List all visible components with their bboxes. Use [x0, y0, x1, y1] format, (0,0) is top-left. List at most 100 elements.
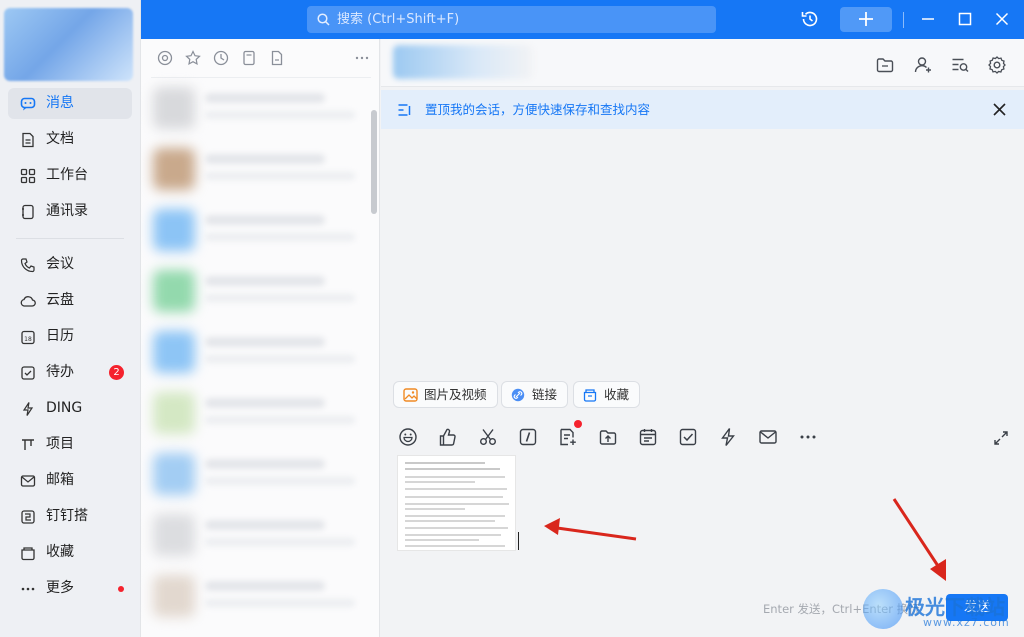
close-window-icon[interactable] — [992, 9, 1012, 29]
file-icon[interactable] — [269, 50, 285, 66]
quick-favorite-button[interactable]: 收藏 — [573, 381, 641, 408]
pasted-document-image[interactable] — [397, 455, 516, 551]
svg-text:18: 18 — [24, 336, 32, 343]
nav-label: 消息 — [46, 95, 74, 111]
left-nav: 消息 文档 工作台 通讯录 会议 云盘 18 日历 待办 2 DING 项目 邮… — [0, 0, 141, 637]
message-icon — [20, 97, 36, 111]
new-doc-icon[interactable] — [558, 427, 578, 447]
list-item[interactable] — [151, 323, 371, 379]
nav-label: 云盘 — [46, 292, 74, 308]
minimize-icon[interactable] — [918, 9, 938, 29]
avatar — [153, 87, 195, 129]
todo-icon — [21, 366, 35, 380]
nav-item-docs[interactable]: 文档 — [8, 124, 132, 155]
list-item[interactable] — [151, 79, 371, 135]
close-icon[interactable] — [992, 102, 1007, 117]
nav-label: 钉钉搭 — [46, 508, 88, 524]
mention-icon[interactable] — [157, 50, 173, 66]
quick-link-label: 链接 — [532, 387, 558, 402]
favorite-icon — [21, 547, 35, 561]
more-icon — [21, 587, 35, 591]
expand-icon[interactable] — [993, 430, 1009, 446]
quick-media-button[interactable]: 图片及视频 — [393, 381, 498, 408]
list-toolbar — [141, 39, 380, 77]
ding-icon[interactable] — [718, 427, 738, 447]
nav-item-meeting[interactable]: 会议 — [8, 249, 132, 280]
grid-icon — [20, 168, 36, 184]
pin-tip-text: 置顶我的会话，方便快速保存和查找内容 — [425, 102, 651, 117]
nav-label: DING — [46, 400, 83, 416]
nav-label: 项目 — [46, 436, 74, 452]
watermark: 极光下载站 www.xz7.com — [857, 585, 1024, 637]
settings-icon[interactable] — [987, 55, 1007, 75]
user-avatar[interactable] — [4, 8, 133, 81]
clock-icon[interactable] — [213, 50, 229, 66]
list-item[interactable] — [151, 506, 371, 562]
nav-label: 更多 — [46, 580, 74, 596]
nav-item-project[interactable]: 项目 — [8, 429, 132, 460]
thumbs-up-icon[interactable] — [438, 427, 458, 447]
nav-item-favorites[interactable]: 收藏 — [8, 537, 132, 568]
avatar — [153, 148, 195, 190]
quick-media-label: 图片及视频 — [424, 387, 487, 402]
list-item[interactable] — [151, 445, 371, 501]
document-icon — [22, 132, 34, 148]
watermark-logo — [863, 589, 903, 629]
add-member-icon[interactable] — [913, 55, 933, 75]
nav-item-more[interactable]: 更多 — [8, 573, 132, 604]
nav-label: 邮箱 — [46, 472, 74, 488]
schedule-icon[interactable] — [638, 427, 658, 447]
italic-box-icon[interactable] — [518, 427, 538, 447]
maximize-icon[interactable] — [955, 9, 975, 29]
task-icon[interactable] — [678, 427, 698, 447]
nav-item-calendar[interactable]: 18 日历 — [8, 321, 132, 352]
search-input[interactable]: 搜索 (Ctrl+Shift+F) — [307, 6, 716, 33]
nav-label: 收藏 — [46, 544, 74, 560]
nav-item-cloud[interactable]: 云盘 — [8, 285, 132, 316]
nav-item-contacts[interactable]: 通讯录 — [8, 196, 132, 227]
nav-label: 工作台 — [46, 167, 88, 183]
conversation-list — [141, 39, 380, 637]
cloud-icon — [20, 296, 36, 307]
project-icon — [22, 439, 34, 450]
list-item[interactable] — [151, 140, 371, 196]
nav-item-messages[interactable]: 消息 — [8, 88, 132, 119]
email-icon[interactable] — [758, 427, 778, 447]
new-feature-dot — [574, 420, 582, 428]
star-icon[interactable] — [185, 50, 201, 66]
emoji-icon[interactable] — [398, 427, 418, 447]
titlebar-divider — [903, 12, 904, 28]
list-item[interactable] — [151, 567, 371, 623]
list-divider — [151, 77, 371, 78]
avatar — [153, 331, 195, 373]
phone-icon — [20, 258, 35, 273]
nav-label: 通讯录 — [46, 203, 88, 219]
avatar — [153, 209, 195, 251]
list-item[interactable] — [151, 201, 371, 257]
nav-item-todo[interactable]: 待办 2 — [8, 357, 132, 388]
list-scrollbar[interactable] — [371, 110, 377, 214]
chat-title[interactable] — [393, 45, 533, 79]
nav-item-workbench[interactable]: 工作台 — [8, 160, 132, 191]
search-history-icon[interactable] — [950, 55, 970, 75]
text-cursor — [518, 532, 519, 550]
nav-item-dingtalk-build[interactable]: 钉钉搭 — [8, 501, 132, 532]
nav-item-ding[interactable]: DING — [8, 393, 132, 424]
scissors-icon[interactable] — [478, 427, 498, 447]
create-button[interactable] — [840, 7, 892, 32]
lightning-icon — [22, 402, 34, 416]
quick-link-button[interactable]: 链接 — [501, 381, 569, 408]
pin-tip-banner: 置顶我的会话，方便快速保存和查找内容 — [381, 90, 1024, 129]
more-tools-icon[interactable] — [798, 427, 818, 447]
nav-item-mail[interactable]: 邮箱 — [8, 465, 132, 496]
avatar — [153, 514, 195, 556]
plus-icon — [859, 12, 873, 26]
more-options-icon[interactable] — [354, 50, 370, 66]
list-item[interactable] — [151, 262, 371, 318]
todo-count-badge: 2 — [109, 365, 124, 380]
list-item[interactable] — [151, 384, 371, 440]
folder-icon[interactable] — [875, 55, 895, 75]
bookmark-icon[interactable] — [241, 50, 257, 66]
upload-file-icon[interactable] — [598, 427, 618, 447]
history-icon[interactable] — [800, 9, 820, 29]
